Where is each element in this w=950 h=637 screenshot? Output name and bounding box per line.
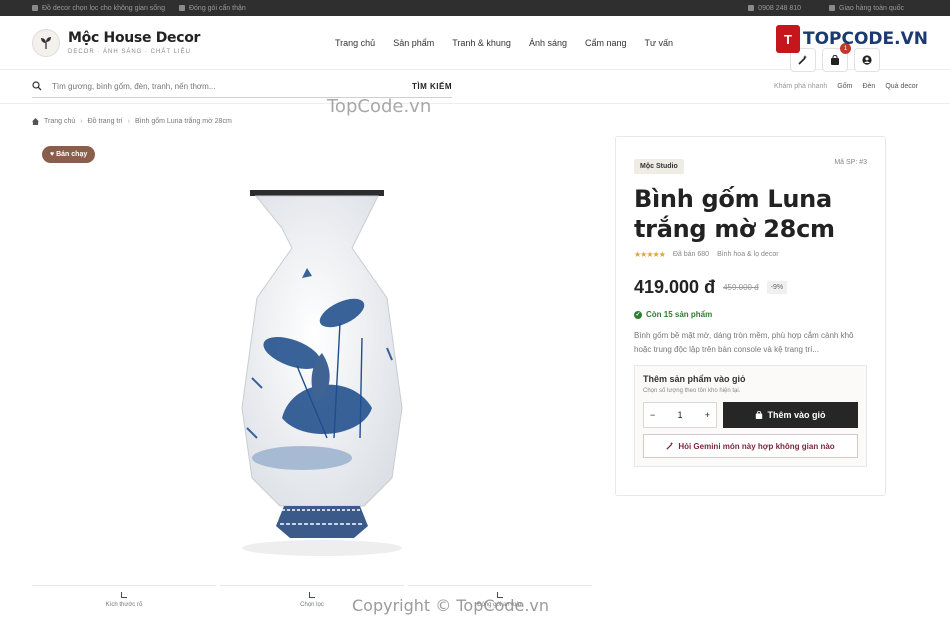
magic-wand-icon — [666, 442, 674, 450]
nav-guides[interactable]: Cẩm nang — [585, 38, 627, 48]
topbar-shipping: Giao hàng toàn quốc — [829, 5, 904, 12]
breadcrumb: Trang chủ › Đồ trang trí › Bình gốm Luna… — [32, 118, 232, 125]
user-icon — [862, 55, 872, 65]
topcode-logo-icon: T — [775, 25, 800, 53]
feature-size: Kích thước rõ — [32, 585, 216, 608]
nav-products[interactable]: Sản phẩm — [393, 38, 434, 48]
product-image[interactable] — [222, 188, 422, 558]
add-to-cart-box: Thêm sản phẩm vào giỏ Chọn số lượng theo… — [634, 365, 867, 467]
search-button[interactable]: TÌM KIẾM — [412, 82, 452, 91]
main-nav: Trang chủ Sản phẩm Tranh & khung Ánh sán… — [335, 38, 673, 48]
increase-quantity-button[interactable]: + — [705, 410, 710, 420]
product-sku: Mã SP: #3 — [834, 159, 867, 166]
quantity-value[interactable]: 1 — [677, 410, 682, 420]
decrease-quantity-button[interactable]: − — [650, 410, 655, 420]
nav-consult[interactable]: Tư vấn — [645, 38, 674, 48]
chevron-right-icon: › — [127, 118, 130, 125]
center-watermark: TopCode.vn — [327, 96, 432, 117]
brand-name: Mộc House Decor — [68, 30, 201, 46]
nav-frames[interactable]: Tranh & khung — [452, 38, 511, 48]
product-description: Bình gốm bề mặt mờ, dáng tròn mềm, phù h… — [634, 331, 854, 354]
topbar-phone[interactable]: 0908 248 810 — [748, 5, 801, 12]
phone-icon — [748, 5, 755, 11]
nav-home[interactable]: Trang chủ — [335, 38, 375, 48]
quick-link-gifts[interactable]: Quà decor — [885, 83, 918, 90]
bestseller-badge: ♥ Bán chạy — [42, 146, 96, 163]
home-icon — [32, 118, 39, 125]
topbar-item-curated: Đồ decor chọn lọc cho không gian sống — [32, 5, 165, 12]
cart-box-subtitle: Chọn số lượng theo tồn kho hiện tại. — [643, 388, 741, 394]
discount-badge: -9% — [766, 281, 788, 294]
price-row: 419.000 đ 459.000 đ -9% — [634, 277, 867, 298]
old-price: 459.000 đ — [723, 283, 759, 292]
search-box: TÌM KIẾM — [32, 76, 452, 98]
brush-icon — [309, 592, 315, 598]
chevron-right-icon: › — [80, 118, 83, 125]
truck-icon — [829, 5, 835, 11]
search-row: TÌM KIẾM Khám phá nhanh Gốm Đèn Quà deco… — [0, 70, 950, 104]
cart-box-title: Thêm sản phẩm vào giỏ — [643, 374, 746, 384]
search-input[interactable] — [52, 81, 412, 91]
top-bar: Đồ decor chọn lọc cho không gian sống Đó… — [0, 0, 950, 16]
product-category[interactable]: Bình hoa & lọ decor — [717, 251, 779, 258]
stock-status: ✓ Còn 15 sản phẩm — [634, 310, 713, 319]
quick-links: Khám phá nhanh Gốm Đèn Quà decor — [774, 83, 918, 90]
breadcrumb-category[interactable]: Đồ trang trí — [88, 118, 123, 125]
product-title: Bình gốm Luna trắng mờ 28cm — [634, 185, 835, 243]
add-to-cart-button[interactable]: Thêm vào giỏ — [723, 402, 858, 428]
rating-stars-icon: ★★★★★ — [634, 250, 666, 259]
topbar-item-packing: Đóng gói cẩn thận — [178, 5, 246, 12]
quantity-stepper: − 1 + — [643, 402, 717, 428]
bag-icon — [831, 55, 839, 65]
current-price: 419.000 đ — [634, 277, 716, 297]
magic-wand-icon — [798, 55, 808, 65]
leaf-icon — [32, 5, 38, 11]
brand-logo[interactable]: Mộc House Decor DECOR · ÁNH SÁNG · CHẤT … — [32, 28, 332, 57]
bag-icon — [756, 411, 763, 419]
copyright-watermark: Copyright © TopCode.vn — [352, 596, 550, 615]
ask-gemini-button[interactable]: Hỏi Gemini món này hợp không gian nào — [643, 434, 858, 458]
quick-link-ceramics[interactable]: Gốm — [837, 83, 852, 90]
studio-tag[interactable]: Mộc Studio — [634, 159, 684, 174]
quick-link-lamps[interactable]: Đèn — [862, 83, 875, 90]
nav-lighting[interactable]: Ánh sáng — [529, 38, 567, 48]
breadcrumb-home[interactable]: Trang chủ — [44, 118, 75, 125]
sold-count: Đã bán 680 — [672, 251, 710, 258]
watermark-logo-text: TOPCODE.VN — [802, 29, 928, 49]
box-icon — [178, 5, 185, 11]
product-meta: ★★★★★ Đã bán 680 Bình hoa & lọ decor — [634, 250, 867, 259]
sprout-icon — [32, 28, 60, 57]
breadcrumb-current: Bình gốm Luna trắng mờ 28cm — [134, 118, 232, 125]
watermark-logo: T TOPCODE.VN — [775, 25, 928, 53]
site-header: Mộc House Decor DECOR · ÁNH SÁNG · CHẤT … — [0, 16, 950, 72]
check-circle-icon: ✓ — [634, 310, 642, 319]
product-info-panel: Mộc Studio Mã SP: #3 Bình gốm Luna trắng… — [615, 136, 886, 496]
brand-tagline: DECOR · ÁNH SÁNG · CHẤT LIỆU — [68, 49, 191, 55]
search-icon — [32, 81, 42, 91]
product-gallery: ♥ Bán chạy — [32, 138, 596, 583]
ruler-icon — [121, 592, 127, 598]
quick-links-label: Khám phá nhanh — [773, 83, 828, 90]
